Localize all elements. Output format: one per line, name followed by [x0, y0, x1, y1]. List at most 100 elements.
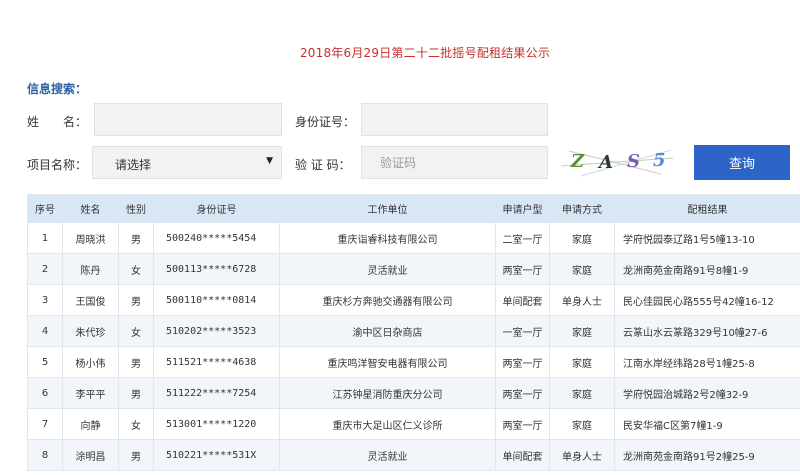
captcha-label: 验 证 码： — [295, 158, 351, 172]
captcha-char: A — [599, 152, 613, 173]
table-row: 7 向静 女 513001*****1220 重庆市大足山区仁义诊所 两室一厅 … — [27, 408, 800, 440]
table-row: 5 杨小伟 男 511521*****4638 重庆鸣洋智安电器有限公司 两室一… — [27, 346, 800, 378]
cell-name: 周晓洪 — [62, 222, 119, 254]
cell-gender: 男 — [118, 346, 154, 378]
cell-gender: 男 — [118, 439, 154, 471]
cell-apply-mode: 家庭 — [549, 377, 615, 409]
header-result: 配租结果 — [614, 194, 800, 223]
captcha-char: 5 — [653, 150, 666, 171]
query-button[interactable]: 查询 — [694, 145, 790, 180]
cell-employer: 江苏钟星消防重庆分公司 — [279, 377, 496, 409]
cell-unit-type: 单间配套 — [495, 284, 550, 316]
cell-name: 陈丹 — [62, 253, 119, 285]
project-select[interactable]: 请选择 ▼ — [92, 146, 282, 179]
cell-gender: 女 — [118, 315, 154, 347]
cell-unit-type: 两室一厅 — [495, 253, 550, 285]
cell-gender: 女 — [118, 408, 154, 440]
cell-gender: 男 — [118, 284, 154, 316]
cell-unit-type: 单间配套 — [495, 439, 550, 471]
cell-apply-mode: 单身人士 — [549, 439, 615, 471]
table-header-row: 序号 姓名 性别 身份证号 工作单位 申请户型 申请方式 配租结果 — [27, 194, 800, 223]
name-input[interactable] — [94, 103, 282, 136]
cell-employer: 重庆诣睿科技有限公司 — [279, 222, 496, 254]
project-select-value: 请选择 — [115, 158, 152, 172]
idcard-input[interactable] — [361, 103, 548, 136]
cell-unit-type: 两室一厅 — [495, 346, 550, 378]
cell-result: 龙洲南苑金南路91号2幢25-9 — [614, 439, 800, 471]
cell-result: 学府悦园治城路2号2幢32-9 — [614, 377, 800, 409]
chevron-down-icon: ▼ — [266, 156, 273, 166]
table-row: 4 朱代珍 女 510202*****3523 渝中区日杂商店 一室一厅 家庭 … — [27, 315, 800, 347]
header-index: 序号 — [27, 194, 63, 223]
idcard-label: 身份证号： — [295, 115, 356, 129]
cell-result: 云篆山水云篆路329号10幢27-6 — [614, 315, 800, 347]
header-idcard: 身份证号 — [153, 194, 280, 223]
cell-name: 朱代珍 — [62, 315, 119, 347]
header-employer: 工作单位 — [279, 194, 496, 223]
cell-result: 学府悦园泰辽路1号5幢13-10 — [614, 222, 800, 254]
cell-employer: 重庆鸣洋智安电器有限公司 — [279, 346, 496, 378]
cell-idcard: 511521*****4638 — [153, 346, 280, 378]
cell-apply-mode: 家庭 — [549, 408, 615, 440]
cell-apply-mode: 单身人士 — [549, 284, 615, 316]
captcha-char: S — [627, 151, 640, 172]
cell-employer: 重庆杉方奔驰交通器有限公司 — [279, 284, 496, 316]
cell-employer: 灵活就业 — [279, 439, 496, 471]
name-label: 姓 名： — [27, 115, 88, 129]
cell-idcard: 510221*****531X — [153, 439, 280, 471]
cell-unit-type: 二室一厅 — [495, 222, 550, 254]
page-title: 2018年6月29日第二十二批摇号配租结果公示 — [299, 46, 551, 60]
cell-idcard: 513001*****1220 — [153, 408, 280, 440]
cell-idcard: 500240*****5454 — [153, 222, 280, 254]
header-unit-type: 申请户型 — [495, 194, 550, 223]
cell-apply-mode: 家庭 — [549, 346, 615, 378]
table-row: 6 李平平 男 511222*****7254 江苏钟星消防重庆分公司 两室一厅… — [27, 377, 800, 409]
captcha-input[interactable] — [362, 147, 547, 178]
cell-index: 8 — [27, 439, 63, 471]
cell-employer: 重庆市大足山区仁义诊所 — [279, 408, 496, 440]
cell-unit-type: 一室一厅 — [495, 315, 550, 347]
cell-gender: 女 — [118, 253, 154, 285]
cell-employer: 渝中区日杂商店 — [279, 315, 496, 347]
cell-name: 涂明昌 — [62, 439, 119, 471]
header-gender: 性别 — [118, 194, 154, 223]
cell-idcard: 500113*****6728 — [153, 253, 280, 285]
cell-idcard: 510202*****3523 — [153, 315, 280, 347]
cell-unit-type: 两室一厅 — [495, 377, 550, 409]
cell-name: 杨小伟 — [62, 346, 119, 378]
captcha-image[interactable]: Z A S 5 — [561, 146, 673, 179]
cell-idcard: 511222*****7254 — [153, 377, 280, 409]
cell-index: 1 — [27, 222, 63, 254]
cell-name: 向静 — [62, 408, 119, 440]
cell-index: 6 — [27, 377, 63, 409]
search-heading: 信息搜索： — [27, 82, 88, 96]
table-row: 2 陈丹 女 500113*****6728 灵活就业 两室一厅 家庭 龙洲南苑… — [27, 253, 800, 285]
cell-gender: 男 — [118, 377, 154, 409]
cell-index: 7 — [27, 408, 63, 440]
cell-apply-mode: 家庭 — [549, 222, 615, 254]
header-apply-mode: 申请方式 — [549, 194, 615, 223]
cell-apply-mode: 家庭 — [549, 315, 615, 347]
cell-employer: 灵活就业 — [279, 253, 496, 285]
cell-result: 民安华福C区第7幢1-9 — [614, 408, 800, 440]
table-row: 3 王国俊 男 500110*****0814 重庆杉方奔驰交通器有限公司 单间… — [27, 284, 800, 316]
table-row: 8 涂明昌 男 510221*****531X 灵活就业 单间配套 单身人士 龙… — [27, 439, 800, 471]
cell-name: 王国俊 — [62, 284, 119, 316]
captcha-char: Z — [571, 151, 585, 172]
cell-idcard: 500110*****0814 — [153, 284, 280, 316]
table-row: 1 周晓洪 男 500240*****5454 重庆诣睿科技有限公司 二室一厅 … — [27, 222, 800, 254]
cell-index: 5 — [27, 346, 63, 378]
project-label: 项目名称： — [27, 158, 88, 172]
captcha-input-box[interactable] — [361, 146, 548, 179]
cell-result: 江南水岸经纬路28号1幢25-8 — [614, 346, 800, 378]
header-name: 姓名 — [62, 194, 119, 223]
cell-result: 龙洲南苑金南路91号8幢1-9 — [614, 253, 800, 285]
cell-index: 2 — [27, 253, 63, 285]
cell-index: 3 — [27, 284, 63, 316]
cell-gender: 男 — [118, 222, 154, 254]
results-table-wrap: 序号 姓名 性别 身份证号 工作单位 申请户型 申请方式 配租结果 1 周晓洪 … — [27, 194, 800, 471]
cell-apply-mode: 家庭 — [549, 253, 615, 285]
cell-name: 李平平 — [62, 377, 119, 409]
cell-result: 民心佳园民心路555号42幢16-12 — [614, 284, 800, 316]
cell-index: 4 — [27, 315, 63, 347]
